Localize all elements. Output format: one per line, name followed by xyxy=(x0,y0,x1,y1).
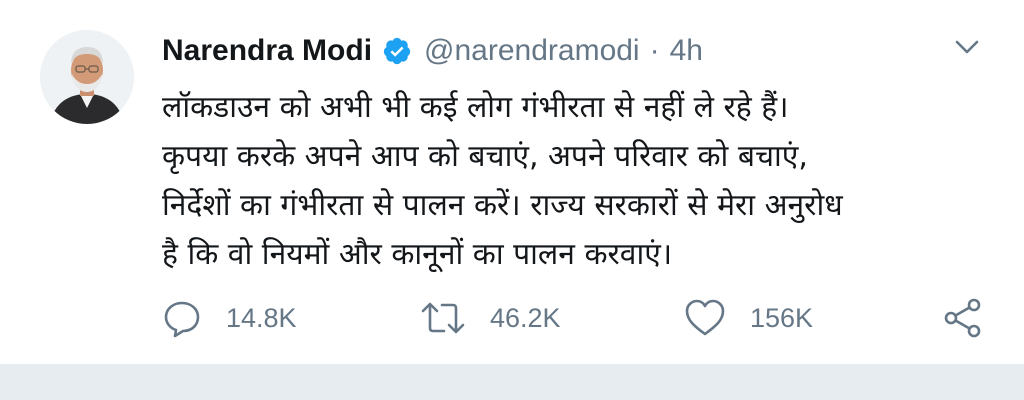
tweet-text-line: लॉकडाउन को अभी भी कई लोग गंभीरता से नहीं… xyxy=(162,90,789,125)
tweet-actions: 14.8K 46.2K 156K xyxy=(162,296,992,340)
tweet-text-line: है कि वो नियमों और कानूनों का पालन करवाए… xyxy=(162,237,673,272)
reply-button[interactable]: 14.8K xyxy=(162,296,297,340)
timestamp[interactable]: 4h xyxy=(670,34,703,68)
reply-count: 14.8K xyxy=(226,302,297,333)
retweet-count: 46.2K xyxy=(490,302,561,333)
retweet-icon xyxy=(421,302,465,334)
tweet-card[interactable]: Narendra Modi @narendramodi · 4h लॉकडाउन… xyxy=(0,0,1024,364)
tweet-text-line: निर्देशों का गंभीरता से पालन करें। राज्य… xyxy=(162,188,843,223)
retweet-button[interactable]: 46.2K xyxy=(420,296,561,340)
verified-badge-icon xyxy=(382,36,412,66)
like-button[interactable]: 156K xyxy=(684,296,813,340)
heart-icon xyxy=(685,299,725,336)
share-button[interactable] xyxy=(942,296,984,340)
chevron-down-icon xyxy=(955,40,979,54)
tweet-text-line: कृपया करके अपने आप को बचाएं, अपने परिवार… xyxy=(162,139,808,174)
avatar-image xyxy=(40,30,134,124)
author-name[interactable]: Narendra Modi xyxy=(162,34,372,68)
reply-icon xyxy=(164,301,200,338)
like-count: 156K xyxy=(750,302,814,333)
tweet-text: लॉकडाउन को अभी भी कई लोग गंभीरता से नहीं… xyxy=(162,83,982,279)
avatar[interactable] xyxy=(40,30,134,124)
separator-dot: · xyxy=(649,34,660,67)
share-icon xyxy=(944,298,981,338)
more-options-button[interactable] xyxy=(950,34,984,60)
tweet-header: Narendra Modi @narendramodi · 4h xyxy=(162,30,703,72)
author-handle[interactable]: @narendramodi xyxy=(424,34,640,68)
timeline-divider xyxy=(0,364,1024,400)
